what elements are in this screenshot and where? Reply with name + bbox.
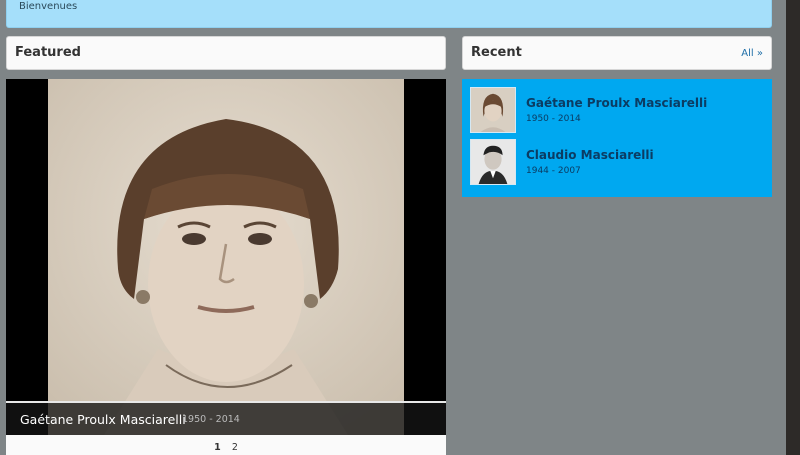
all-link[interactable]: All » — [741, 48, 763, 59]
portrait-photo-icon — [48, 79, 404, 435]
slide-name[interactable]: Gaétane Proulx Masciarelli — [20, 412, 186, 427]
recent-name[interactable]: Claudio Masciarelli — [526, 148, 654, 162]
welcome-banner: Bienvenues — [6, 0, 772, 28]
recent-years: 1944 - 2007 — [526, 166, 581, 176]
recent-list: Gaétane Proulx Masciarelli 1950 - 2014 C… — [462, 79, 772, 197]
featured-header: Featured — [6, 36, 446, 70]
banner-text: Bienvenues — [19, 1, 78, 12]
person-photo-icon — [470, 139, 516, 185]
window-edge — [786, 0, 800, 455]
recent-name[interactable]: Gaétane Proulx Masciarelli — [526, 96, 707, 110]
featured-title: Featured — [15, 45, 81, 60]
recent-header: Recent All » — [462, 36, 772, 70]
slide-years: 1950 - 2014 — [182, 414, 240, 425]
slide-pager: 1 2 — [6, 435, 446, 455]
pager-page-2[interactable]: 2 — [232, 442, 238, 453]
recent-title: Recent — [471, 45, 522, 60]
slide-caption: Gaétane Proulx Masciarelli 1950 - 2014 — [6, 401, 446, 435]
pager-page-1[interactable]: 1 — [214, 442, 221, 453]
list-item[interactable]: Claudio Masciarelli 1944 - 2007 — [470, 139, 764, 187]
featured-slideshow[interactable]: Gaétane Proulx Masciarelli 1950 - 2014 — [6, 79, 446, 435]
list-item[interactable]: Gaétane Proulx Masciarelli 1950 - 2014 — [470, 87, 764, 135]
recent-years: 1950 - 2014 — [526, 114, 581, 124]
person-photo-icon — [470, 87, 516, 133]
